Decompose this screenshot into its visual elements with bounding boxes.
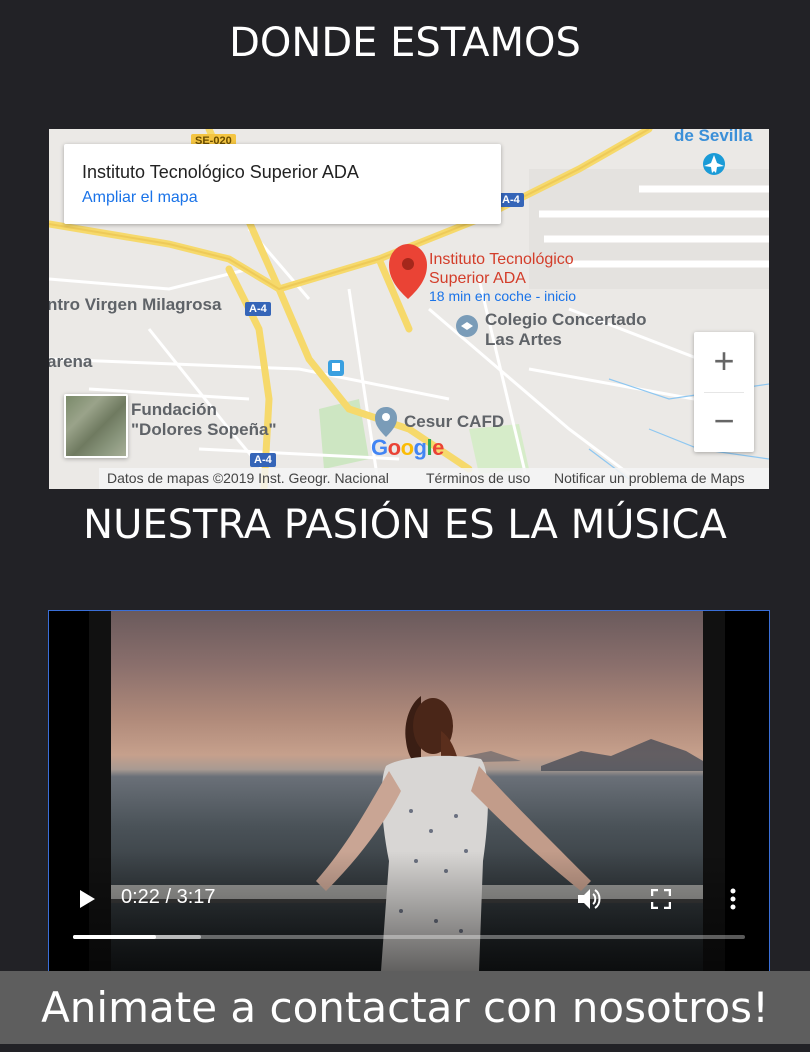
label-colegio-line1: Colegio Concertado [485,310,647,329]
pin-label-line2: Superior ADA [429,270,526,287]
label-virgen-milagrosa: ntro Virgen Milagrosa [49,295,222,314]
zoom-in-button[interactable]: + [694,332,754,392]
google-logo-letter: g [413,435,427,460]
route-a4-top: A-4 [498,193,524,207]
play-icon[interactable] [77,888,97,915]
label-sevilla: de Sevilla [674,129,753,145]
pin-sublabel: 18 min en coche - inicio [429,288,577,304]
label-fundacion-line2: "Dolores Sopeña" [131,420,277,439]
google-logo-letter: o [400,435,414,460]
video-player[interactable]: 0:22 / 3:17 [48,610,770,972]
more-options-icon[interactable] [729,888,737,915]
satellite-toggle-button[interactable] [64,394,128,458]
airport-icon [703,153,725,175]
google-logo-letter: o [387,435,401,460]
label-colegio-line2: Las Artes [485,330,562,349]
label-cesur: Cesur CAFD [404,412,505,431]
map-attribution-bar: Datos de mapas ©2019 Inst. Geogr. Nacion… [99,468,769,489]
route-a4-left: A-4 [245,302,271,316]
report-map-problem-link[interactable]: Notificar un problema de Maps [554,468,745,489]
location-section-title: DONDE ESTAMOS [229,20,581,66]
volume-icon[interactable] [576,887,602,916]
pin-label: Instituto Tecnológico Superior ADA [429,250,574,288]
fullscreen-icon[interactable] [650,888,672,914]
pin-label-line1: Instituto Tecnológico [429,251,574,268]
zoom-out-button[interactable]: − [694,392,754,452]
map-data-attribution: Datos de mapas ©2019 Inst. Geogr. Nacion… [107,470,389,486]
contact-cta-button[interactable]: Animate a contactar con nosotros! [0,971,810,1044]
terms-of-use-link[interactable]: Términos de uso [426,468,530,489]
label-arena: arena [49,352,93,371]
label-fundacion-line1: Fundación [131,400,217,419]
label-colegio: Colegio Concertado Las Artes [485,310,647,350]
train-station-icon [328,360,344,376]
embedded-map[interactable]: SE-020 A-4 A-4 A-4 de Sevilla ntro Virge… [49,129,769,489]
google-logo-letter: e [432,435,444,460]
video-played-bar [73,935,156,939]
expand-map-link[interactable]: Ampliar el mapa [82,189,198,207]
video-progress-bar[interactable] [73,935,745,939]
google-logo: Google [371,435,444,461]
map-place-name: Instituto Tecnológico Superior ADA [82,162,359,182]
music-section-title: NUESTRA PASIÓN ES LA MÚSICA [83,502,727,548]
zoom-controls: + − [694,332,754,452]
map-place-card: Instituto Tecnológico Superior ADA Ampli… [64,144,501,224]
label-fundacion: Fundación "Dolores Sopeña" [131,400,277,440]
video-time-display: 0:22 / 3:17 [121,886,216,908]
route-a4-bottom: A-4 [250,453,276,467]
school-icon [456,315,478,337]
google-logo-letter: G [371,435,388,460]
